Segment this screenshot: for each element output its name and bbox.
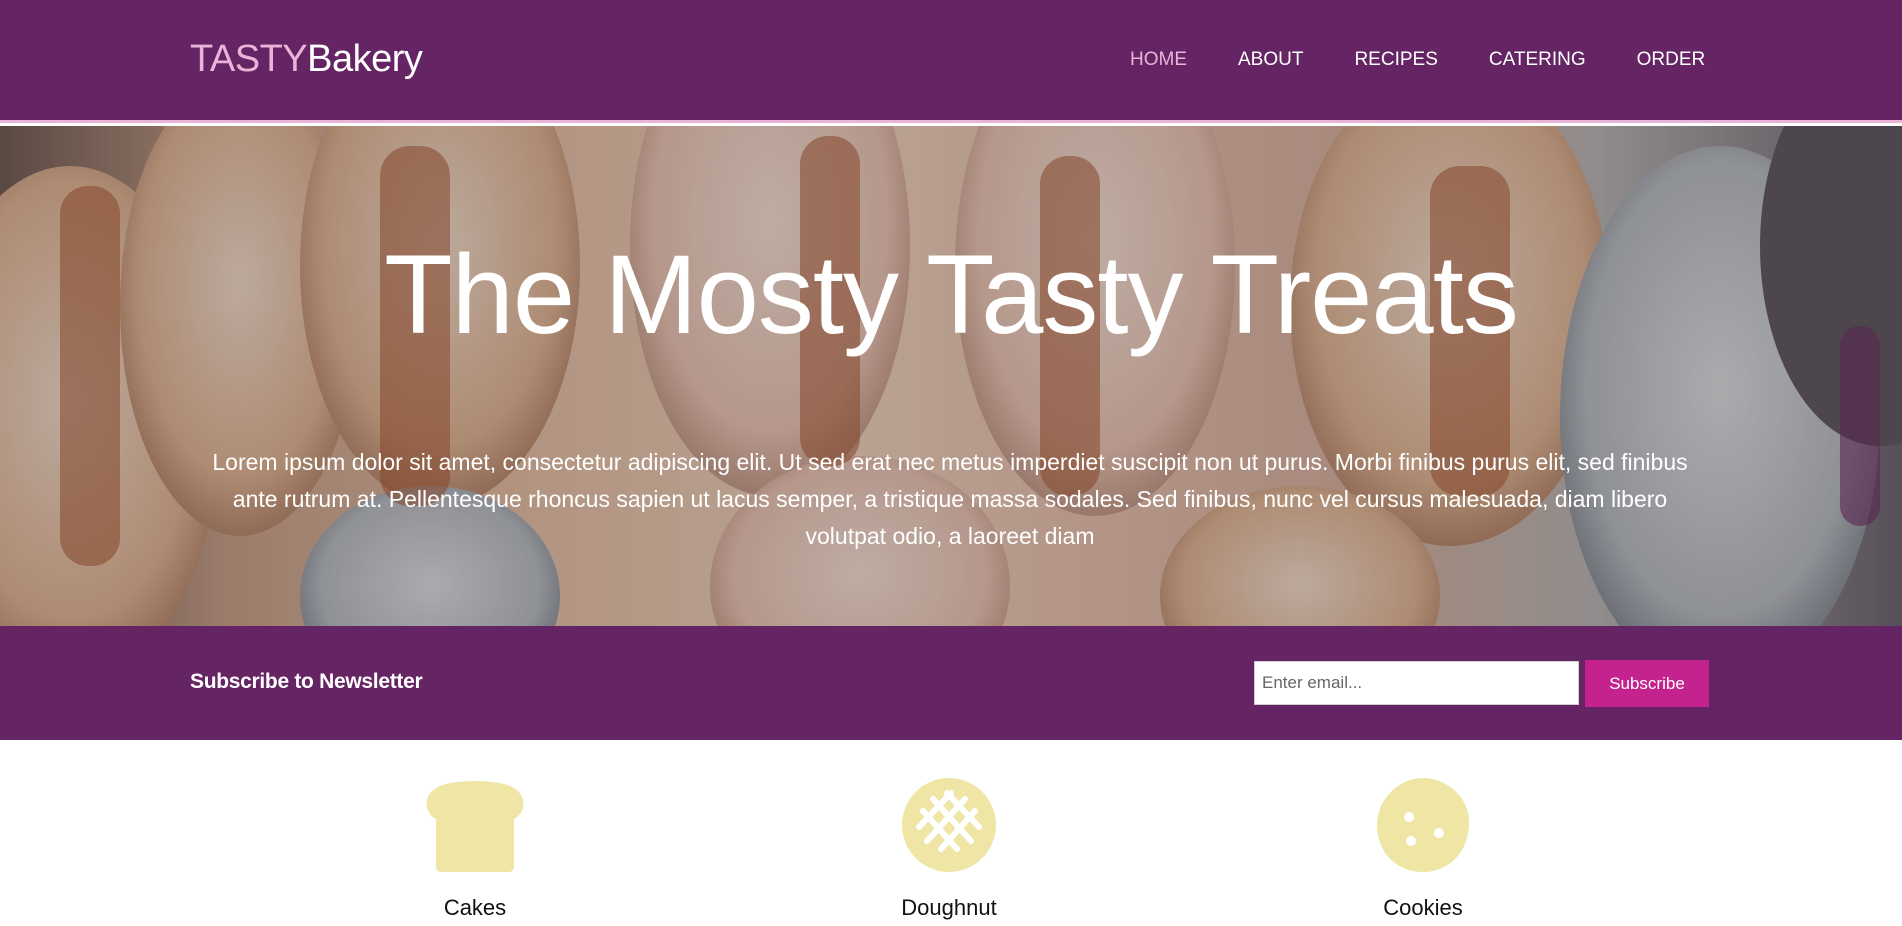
hero-title: The Mosty Tasty Treats — [384, 232, 1519, 357]
nav-about[interactable]: ABOUT — [1238, 49, 1303, 71]
product-item-doughnut[interactable]: Doughnut — [849, 777, 1049, 921]
product-name: Cakes — [443, 895, 507, 920]
nav-recipes[interactable]: RECIPES — [1354, 49, 1437, 71]
hero-description: Lorem ipsum dolor sit amet, consectetur … — [212, 449, 1688, 549]
product-item-cakes[interactable]: Cakes — [375, 777, 575, 921]
logo-part-tasty: TASTY — [190, 38, 308, 80]
hero-banner: The Mosty Tasty Treats Lorem ipsum dolor… — [0, 126, 1902, 626]
site-header: TASTYBakery HOME ABOUT RECIPES CATERING … — [0, 0, 1902, 123]
bread-icon — [426, 781, 524, 872]
site-logo[interactable]: TASTYBakery — [190, 38, 423, 81]
product-categories: Cakes Doughnut Cookies — [0, 740, 1902, 926]
logo-part-bakery: Bakery — [307, 38, 423, 80]
product-name: Doughnut — [901, 895, 997, 920]
subscribe-button[interactable]: Subscribe — [1585, 660, 1709, 707]
product-name: Cookies — [1383, 895, 1463, 920]
nav-home[interactable]: HOME — [1130, 49, 1187, 71]
email-input[interactable] — [1254, 661, 1579, 705]
pie-icon — [902, 778, 996, 872]
product-item-cookies[interactable]: Cookies — [1323, 777, 1523, 921]
nav-order[interactable]: ORDER — [1637, 49, 1706, 71]
main-nav: HOME ABOUT RECIPES CATERING ORDER — [1130, 49, 1756, 71]
cookie-icon — [1377, 778, 1470, 872]
nav-catering[interactable]: CATERING — [1489, 49, 1586, 71]
newsletter-bar: Subscribe to Newsletter Subscribe — [0, 626, 1902, 740]
newsletter-label: Subscribe to Newsletter — [190, 670, 423, 693]
